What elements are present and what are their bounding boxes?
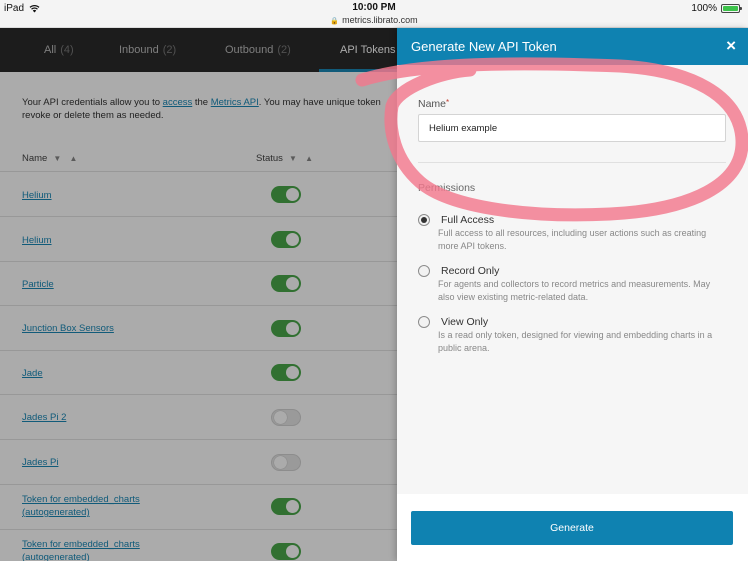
record-only-radio[interactable] [418, 265, 430, 277]
permissions-label: Permissions [418, 182, 476, 194]
option-title: Record Only [441, 265, 500, 277]
option-title: View Only [441, 316, 489, 328]
name-label: Name* [418, 98, 450, 110]
drawer-title: Generate New API Token [411, 39, 557, 54]
drawer-header: Generate New API Token × [397, 28, 748, 65]
battery-icon [721, 4, 742, 13]
battery-percent: 100% [691, 3, 717, 14]
address-bar[interactable]: 🔒 metrics.librato.com [0, 15, 748, 25]
option-description: For agents and collectors to record metr… [438, 279, 711, 302]
token-name-input[interactable] [418, 114, 726, 142]
option-title: Full Access [441, 214, 495, 226]
divider [418, 162, 726, 163]
generate-button[interactable]: Generate [411, 511, 733, 545]
modal-backdrop[interactable] [0, 28, 397, 561]
status-bar: iPad 10:00 PM 🔒 metrics.librato.com 100% [0, 0, 748, 28]
view-only-radio[interactable] [418, 316, 430, 328]
option-description: Is a read only token, designed for viewi… [438, 330, 713, 353]
option-description: Full access to all resources, including … [438, 228, 707, 251]
generate-token-drawer: Generate New API Token × Name* Permissio… [397, 28, 748, 561]
lock-icon: 🔒 [330, 18, 340, 25]
close-icon[interactable]: × [726, 36, 736, 56]
required-mark: * [446, 98, 450, 107]
clock: 10:00 PM [352, 2, 396, 13]
full-access-radio[interactable] [418, 214, 430, 226]
drawer-footer: Generate [397, 494, 748, 561]
url-text: metrics.librato.com [342, 15, 418, 25]
